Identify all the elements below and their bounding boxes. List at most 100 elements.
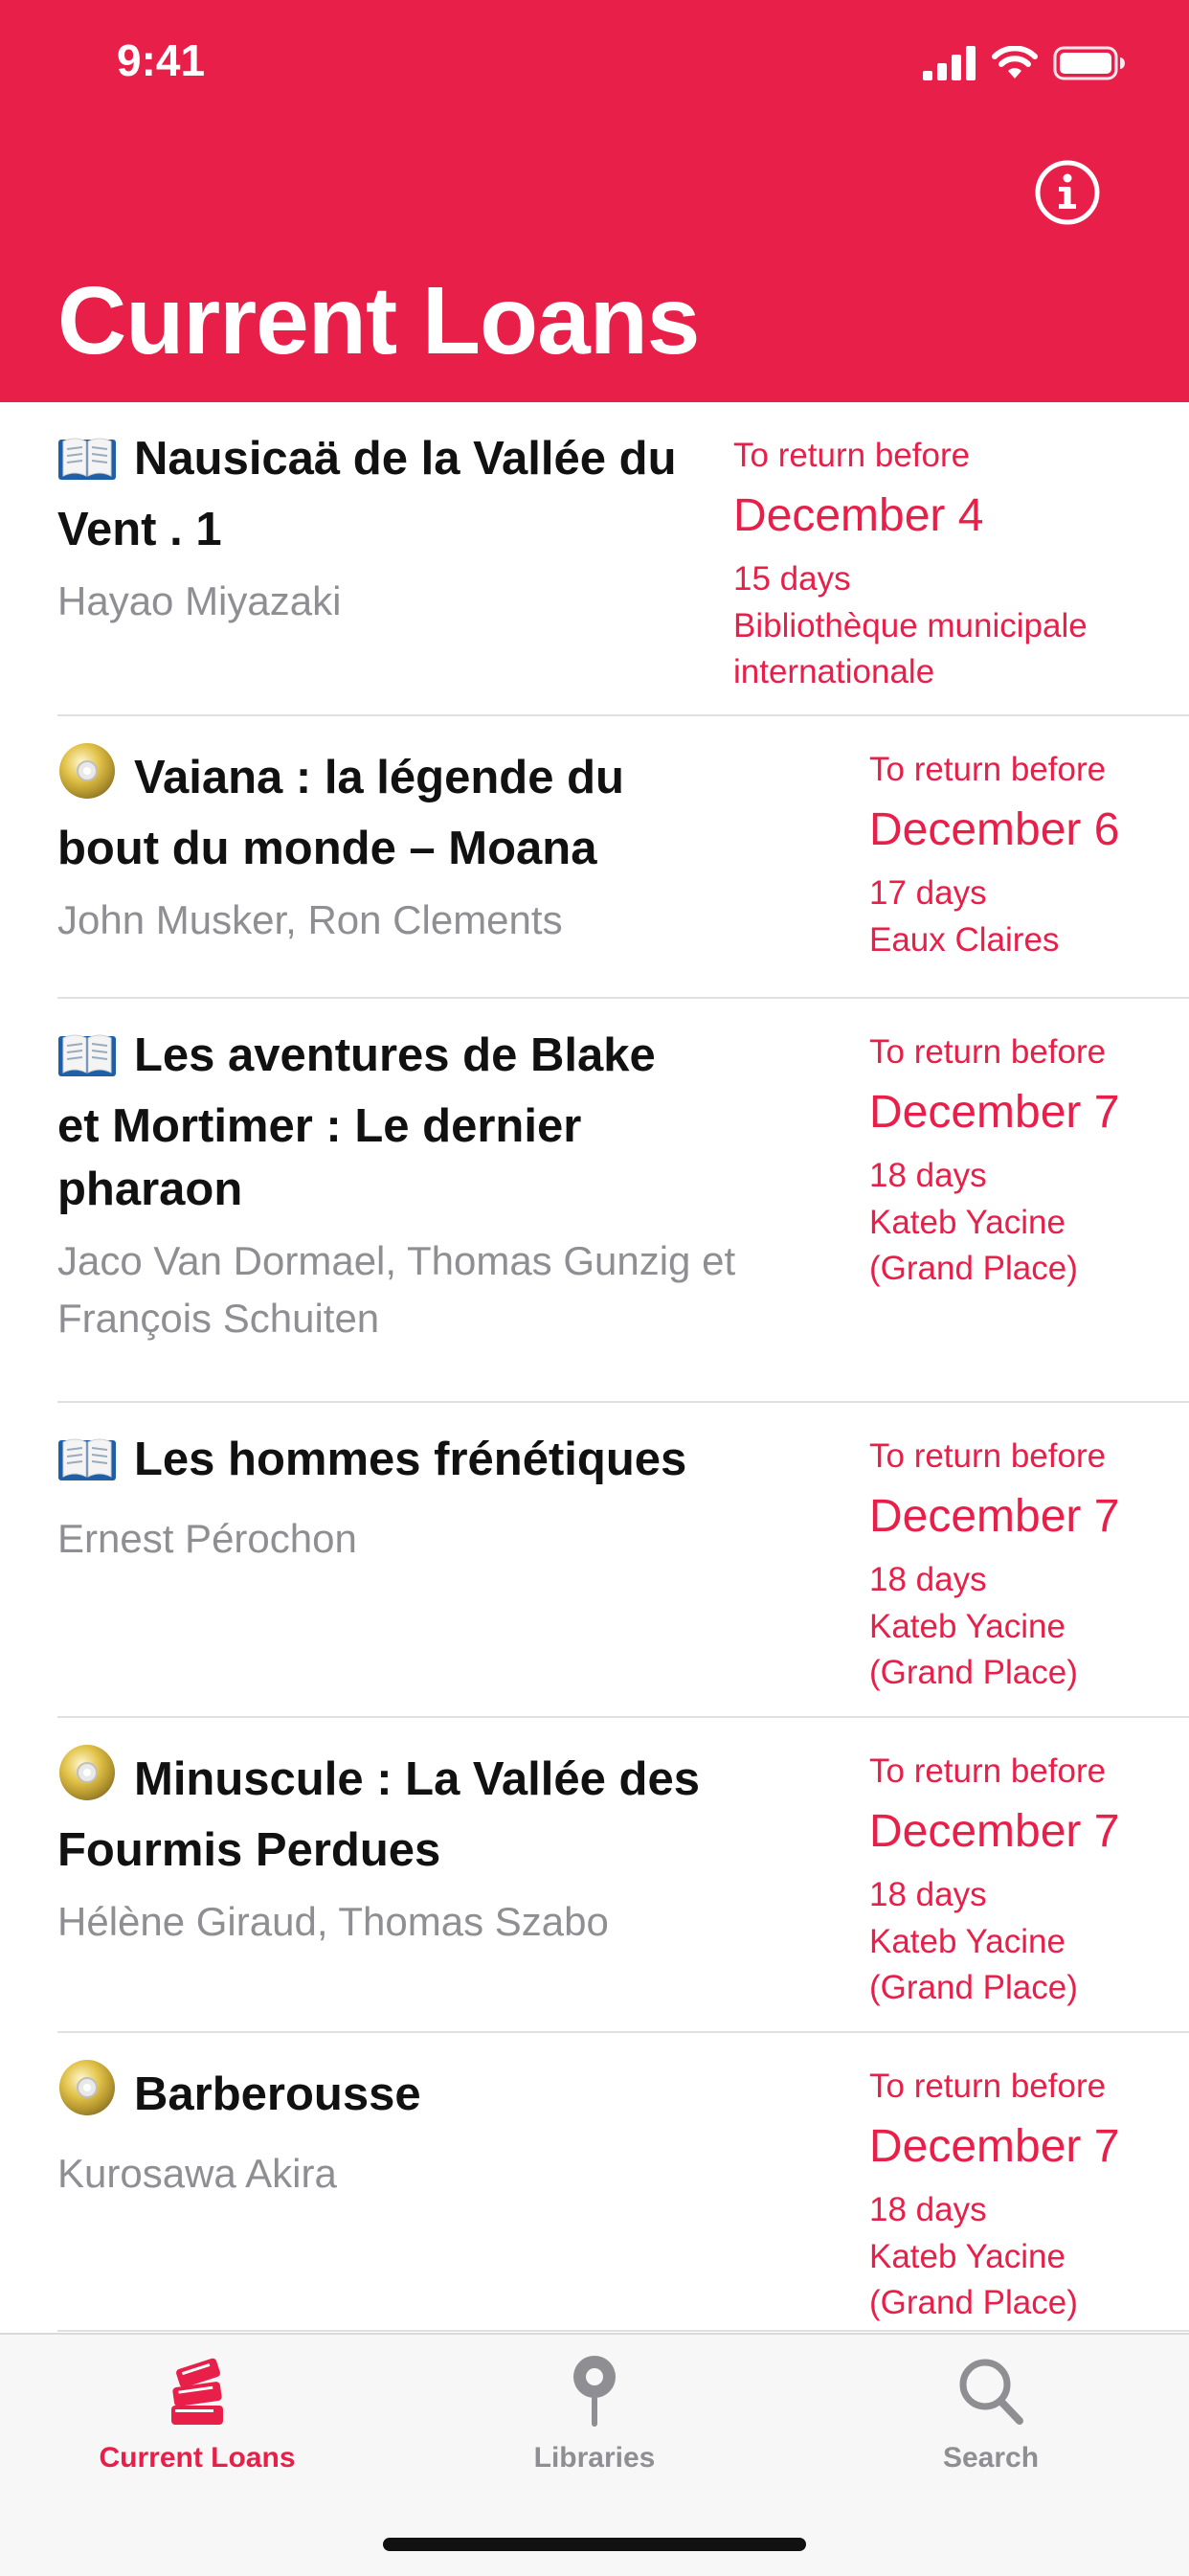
loan-author-line: Hélène Giraud, Thomas Szabo: [57, 1899, 609, 1944]
library-name: Eaux Claires: [869, 917, 1119, 963]
disc-icon: [57, 1743, 117, 1819]
due-label: To return before: [733, 437, 971, 474]
loan-title: Barberousse: [57, 2058, 421, 2134]
due-label: To return before: [869, 1752, 1107, 1790]
loan-author: Jaco Van Dormael, Thomas Gunzig et Franço…: [57, 1232, 735, 1347]
loan-author: Hélène Giraud, Thomas Szabo: [57, 1893, 700, 1951]
library-name-line: (Grand Place): [869, 1654, 1078, 1691]
library-name: Kateb Yacine (Grand Place): [869, 1919, 1119, 2011]
library-name: Bibliothèque municipale internationale: [733, 603, 1088, 695]
library-name-line: Kateb Yacine: [869, 1204, 1066, 1241]
status-time: 9:41: [117, 35, 206, 85]
wifi-icon: [992, 46, 1038, 79]
library-name-line: Bibliothèque municipale: [733, 607, 1088, 644]
loan-author: John Musker, Ron Clements: [57, 892, 624, 949]
tab-current-loans[interactable]: Current Loans: [54, 2354, 341, 2474]
loan-title-line: Les aventures de Blake: [57, 1024, 735, 1095]
loan-title-line: Vaiana : la légende du: [57, 741, 624, 817]
loan-title-line: et Mortimer : Le dernier: [57, 1095, 735, 1158]
due-info: To return before December 7 18 days Kateb Y…: [869, 999, 1119, 1292]
loan-row[interactable]: Barberousse Kurosawa Akira To return befor…: [0, 2033, 1189, 2332]
loan-info: Minuscule : La Vallée des Fourmis Perdues…: [57, 1718, 700, 1951]
loan-author-line: Jaco Van Dormael, Thomas Gunzig et: [57, 1238, 736, 1283]
due-info: To return before December 4 15 days Bibliot…: [733, 402, 1088, 695]
tab-search-label: Search: [942, 2442, 1040, 2474]
library-name-line: Kateb Yacine: [869, 2238, 1066, 2275]
loan-title-text: Vaiana : la légende du: [134, 752, 624, 803]
due-date: December 7: [869, 1491, 1120, 1542]
library-name-line: Kateb Yacine: [869, 1608, 1066, 1645]
days-remaining: 17 days: [869, 874, 987, 912]
loan-info: Les hommes frénétiques Ernest Pérochon: [57, 1403, 686, 1568]
loan-author-line: Kurosawa Akira: [57, 2151, 337, 2196]
disc-icon: [57, 741, 117, 817]
tab-libraries[interactable]: Libraries: [451, 2354, 738, 2474]
due-label: To return before: [869, 1033, 1107, 1071]
status-icons: [923, 44, 1126, 82]
due-info: To return before December 6 17 days Eaux Cl…: [869, 716, 1119, 963]
loan-title-line: pharaon: [57, 1158, 735, 1221]
loan-title-text: bout du monde – Moana: [57, 823, 597, 874]
loan-row[interactable]: Minuscule : La Vallée des Fourmis Perdues…: [0, 1718, 1189, 2033]
tab-current-loans-label: Current Loans: [99, 2442, 296, 2474]
loan-row[interactable]: Les aventures de Blake et Mortimer : Le d…: [0, 999, 1189, 1403]
days-remaining: 18 days: [869, 1876, 987, 1913]
loan-row[interactable]: Vaiana : la légende du bout du monde – Mo…: [0, 716, 1189, 999]
loan-info: Les aventures de Blake et Mortimer : Le d…: [57, 999, 735, 1347]
loan-title-text: pharaon: [57, 1164, 243, 1215]
page-title: Current Loans: [57, 267, 700, 374]
library-name: Kateb Yacine (Grand Place): [869, 1200, 1119, 1292]
library-name-line: (Grand Place): [869, 2284, 1078, 2321]
loan-title-line: bout du monde – Moana: [57, 817, 624, 880]
loan-author-line: Ernest Pérochon: [57, 1516, 357, 1561]
loan-author: Kurosawa Akira: [57, 2145, 421, 2203]
loan-title: Les hommes frénétiques: [57, 1428, 686, 1499]
due-label: To return before: [869, 1437, 1107, 1475]
row-divider: [57, 2330, 1189, 2332]
book-icon: [57, 1435, 117, 1499]
library-name-line: (Grand Place): [869, 1250, 1078, 1287]
loan-title-text: Barberousse: [134, 2068, 421, 2120]
loan-title-line: Les hommes frénétiques: [57, 1428, 686, 1499]
loan-author-line: Hayao Miyazaki: [57, 578, 342, 623]
days-remaining: 18 days: [869, 1561, 987, 1598]
loan-title-line: Nausicaä de la Vallée du: [57, 427, 677, 498]
info-icon[interactable]: [1034, 159, 1101, 226]
nav-header: 9:41 Current Loans: [0, 0, 1189, 402]
due-date: December 7: [869, 1087, 1120, 1138]
loan-title-text: Les hommes frénétiques: [134, 1434, 687, 1485]
library-name: Kateb Yacine (Grand Place): [869, 1604, 1119, 1696]
due-date: December 6: [869, 804, 1120, 855]
due-date: December 7: [869, 1806, 1120, 1857]
loan-author: Ernest Pérochon: [57, 1510, 686, 1568]
loan-title-line: Minuscule : La Vallée des: [57, 1743, 700, 1819]
loan-title: Les aventures de Blake et Mortimer : Le d…: [57, 1024, 735, 1221]
loan-title-line: Vent . 1: [57, 498, 677, 561]
library-name-line: Kateb Yacine: [869, 1923, 1066, 1960]
loan-title-text: et Mortimer : Le dernier: [57, 1100, 582, 1152]
library-name-line: Eaux Claires: [869, 921, 1060, 959]
loan-title: Nausicaä de la Vallée du Vent . 1: [57, 427, 677, 561]
loan-info: Barberousse Kurosawa Akira: [57, 2033, 421, 2203]
book-icon: [57, 434, 117, 498]
due-info: To return before December 7 18 days Kateb Y…: [869, 1403, 1119, 1696]
loan-author-line: John Musker, Ron Clements: [57, 897, 563, 942]
library-name: Kateb Yacine (Grand Place): [869, 2234, 1119, 2326]
library-name-line: (Grand Place): [869, 1969, 1078, 2006]
days-remaining: 18 days: [869, 2191, 987, 2228]
loan-title: Vaiana : la légende du bout du monde – Mo…: [57, 741, 624, 880]
loan-title-line: Fourmis Perdues: [57, 1819, 700, 1882]
tab-search[interactable]: Search: [847, 2354, 1134, 2474]
due-label: To return before: [869, 751, 1107, 788]
books-stack-icon: [171, 2358, 223, 2425]
home-indicator: [383, 2538, 806, 2551]
loan-title: Minuscule : La Vallée des Fourmis Perdues: [57, 1743, 700, 1882]
loan-author-line: François Schuiten: [57, 1296, 380, 1341]
library-name-line: internationale: [733, 653, 935, 690]
loan-row[interactable]: Nausicaä de la Vallée du Vent . 1 Hayao Mi…: [0, 402, 1189, 716]
disc-icon: [57, 2058, 117, 2134]
search-icon: [959, 2359, 1023, 2425]
days-remaining: 15 days: [733, 560, 851, 598]
loan-row[interactable]: Les hommes frénétiques Ernest Pérochon To …: [0, 1403, 1189, 1718]
due-label: To return before: [869, 2068, 1107, 2105]
